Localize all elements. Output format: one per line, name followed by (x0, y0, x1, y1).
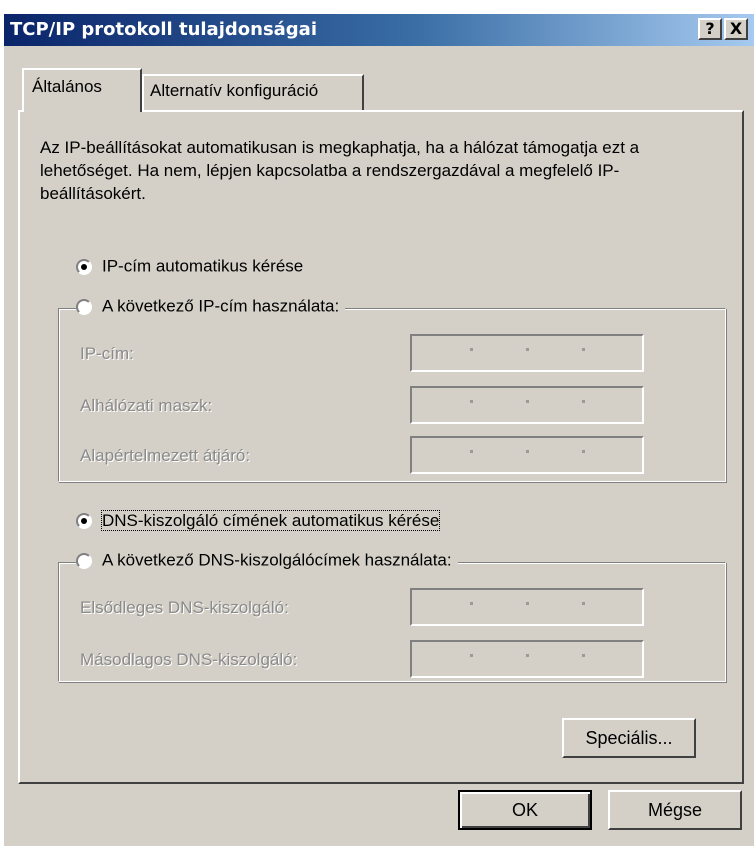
secondary-dns-field (410, 640, 644, 678)
tab-general[interactable]: Általános (22, 68, 142, 112)
ip-auto-radio-button[interactable] (76, 258, 92, 275)
ip-auto-radio[interactable]: IP-cím automatikus kérése (76, 256, 310, 280)
ip-address-label: IP-cím: (80, 344, 134, 363)
dialog-window: TCP/IP protokoll tulajdonságai ? X Által… (4, 14, 754, 846)
default-gateway-field (410, 436, 644, 474)
ok-button[interactable]: OK (458, 790, 592, 830)
ip-manual-radio[interactable]: A következő IP-cím használata: (76, 296, 346, 320)
ip-address-field (410, 334, 644, 372)
description-text: Az IP-beállításokat automatikusan is meg… (40, 138, 640, 203)
general-tab-panel: Az IP-beállításokat automatikusan is meg… (18, 110, 744, 784)
ip-manual-radio-button[interactable] (76, 298, 92, 315)
dns-auto-radio[interactable]: DNS-kiszolgáló címének automatikus kérés… (76, 509, 446, 534)
subnet-mask-field (410, 386, 644, 424)
primary-dns-label: Elsődleges DNS-kiszolgáló: (80, 598, 289, 617)
tab-general-label: Általános (32, 77, 102, 96)
default-gateway-label: Alapértelmezett átjáró: (80, 446, 251, 465)
subnet-mask-label: Alhálózati maszk: (80, 396, 213, 415)
primary-dns-field (410, 588, 644, 626)
dns-auto-label: DNS-kiszolgáló címének automatikus kérés… (100, 509, 441, 531)
dns-manual-radio[interactable]: A következő DNS-kiszolgálócímek használa… (76, 550, 458, 574)
dns-auto-radio-button[interactable] (76, 512, 92, 529)
dns-manual-radio-button[interactable] (76, 552, 92, 569)
advanced-button[interactable]: Speciális... (562, 718, 696, 758)
dns-manual-label: A következő DNS-kiszolgálócímek használa… (102, 550, 452, 570)
ip-manual-label: A következő IP-cím használata: (102, 296, 340, 316)
tab-alternate-config[interactable]: Alternatív konfiguráció (142, 74, 364, 112)
tab-alternate-config-label: Alternatív konfiguráció (150, 81, 319, 100)
ip-auto-label: IP-cím automatikus kérése (102, 256, 304, 276)
title-bar: TCP/IP protokoll tulajdonságai ? X (4, 14, 754, 46)
window-title: TCP/IP protokoll tulajdonságai (10, 19, 318, 40)
help-icon[interactable]: ? (698, 18, 722, 40)
cancel-button[interactable]: Mégse (608, 790, 742, 830)
secondary-dns-label: Másodlagos DNS-kiszolgáló: (80, 650, 298, 669)
close-icon[interactable]: X (724, 18, 748, 40)
